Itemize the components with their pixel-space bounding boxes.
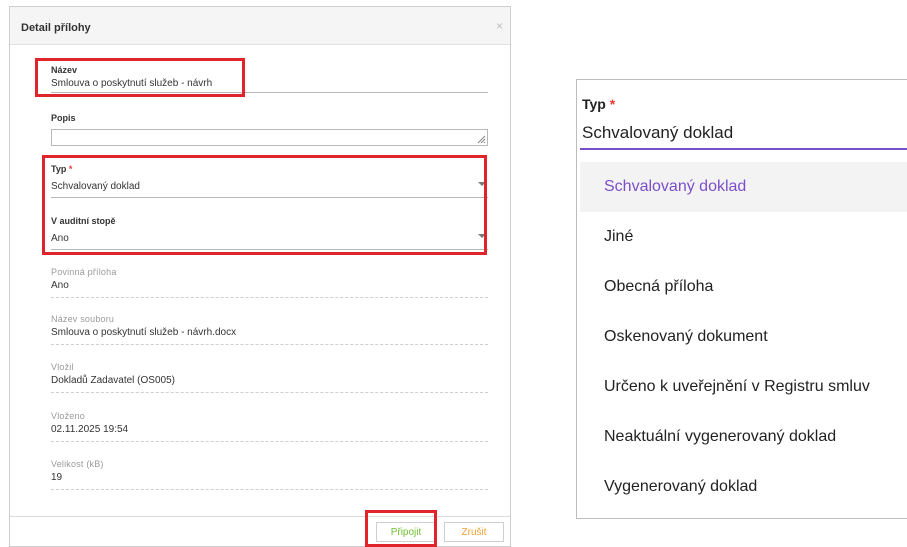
size-field: Velikost (kB) 19 [51,459,488,493]
audit-trail-select[interactable]: V auditní stopě Ano [51,216,488,252]
description-field[interactable]: Popis [51,113,488,149]
type-dropdown-panel: Typ * Schvalovaný doklad Schvalovaný dok… [576,79,907,519]
name-label: Název [51,65,78,75]
option-vygenerovany-doklad[interactable]: Vygenerovaný doklad [580,462,907,512]
option-neaktualni-vygenerovany[interactable]: Neaktuální vygenerovaný doklad [580,412,907,462]
size-label: Velikost (kB) [51,459,104,469]
resize-grip-icon[interactable] [476,134,486,144]
audit-trail-underline [51,249,488,250]
file-name-divider [51,344,488,345]
type-label-text: Typ [51,164,67,174]
inserted-by-divider [51,392,488,393]
required-mark: * [609,96,616,112]
audit-trail-label: V auditní stopě [51,216,116,226]
inserted-at-field: Vloženo 02.11.2025 19:54 [51,411,488,445]
type-value: Schvalovaný doklad [51,181,140,192]
option-registr-smluv[interactable]: Určeno k uveřejnění v Registru smluv [580,362,907,412]
dialog-title: Detail přílohy [21,22,91,34]
inserted-at-label: Vloženo [51,411,85,421]
option-oskenovany-dokument[interactable]: Oskenovaný dokument [580,312,907,362]
description-label: Popis [51,113,76,123]
option-jine[interactable]: Jiné [580,212,907,262]
type-dropdown-label-text: Typ [582,96,606,112]
type-select[interactable]: Typ * Schvalovaný doklad [51,164,488,200]
name-value[interactable]: Smlouva o poskytnutí služeb - návrh [51,78,212,89]
file-name-value: Smlouva o poskytnutí služeb - návrh.docx [51,327,237,338]
dialog-header: Detail přílohy × [10,7,510,45]
dialog-footer: Připojit Zrušit [10,516,510,546]
type-underline [51,197,488,198]
required-mark: * [68,164,73,174]
inserted-by-value: Dokladů Zadavatel (OS005) [51,375,175,386]
option-obecna-priloha[interactable]: Obecná příloha [580,262,907,312]
file-name-field: Název souboru Smlouva o poskytnutí služe… [51,314,488,348]
attachment-detail-dialog: Detail přílohy × Název Smlouva o poskytn… [9,6,511,547]
mandatory-attachment-field: Povinná příloha Ano [51,267,488,301]
mandatory-attachment-divider [51,297,488,298]
type-dropdown-label: Typ * [582,96,615,112]
inserted-at-divider [51,441,488,442]
name-underline [51,92,488,93]
description-textarea[interactable] [51,129,488,146]
chevron-down-icon[interactable] [478,182,486,186]
size-divider [51,489,488,490]
type-label: Typ * [51,164,72,174]
inserted-by-label: Vložil [51,362,74,372]
file-name-label: Název souboru [51,314,115,324]
inserted-at-value: 02.11.2025 19:54 [51,424,129,435]
inserted-by-field: Vložil Dokladů Zadavatel (OS005) [51,362,488,396]
chevron-down-icon[interactable] [478,234,486,238]
close-icon[interactable]: × [496,19,503,33]
mandatory-attachment-label: Povinná příloha [51,267,117,277]
size-value: 19 [51,472,63,483]
mandatory-attachment-value: Ano [51,280,69,291]
type-dropdown-selected-value[interactable]: Schvalovaný doklad [582,123,733,143]
attach-button[interactable]: Připojit [376,522,436,542]
audit-trail-value: Ano [51,233,69,244]
type-dropdown-underline [580,148,907,150]
name-field[interactable]: Název Smlouva o poskytnutí služeb - návr… [51,65,488,99]
option-schvalovany-doklad[interactable]: Schvalovaný doklad [580,162,907,212]
cancel-button[interactable]: Zrušit [444,522,504,542]
